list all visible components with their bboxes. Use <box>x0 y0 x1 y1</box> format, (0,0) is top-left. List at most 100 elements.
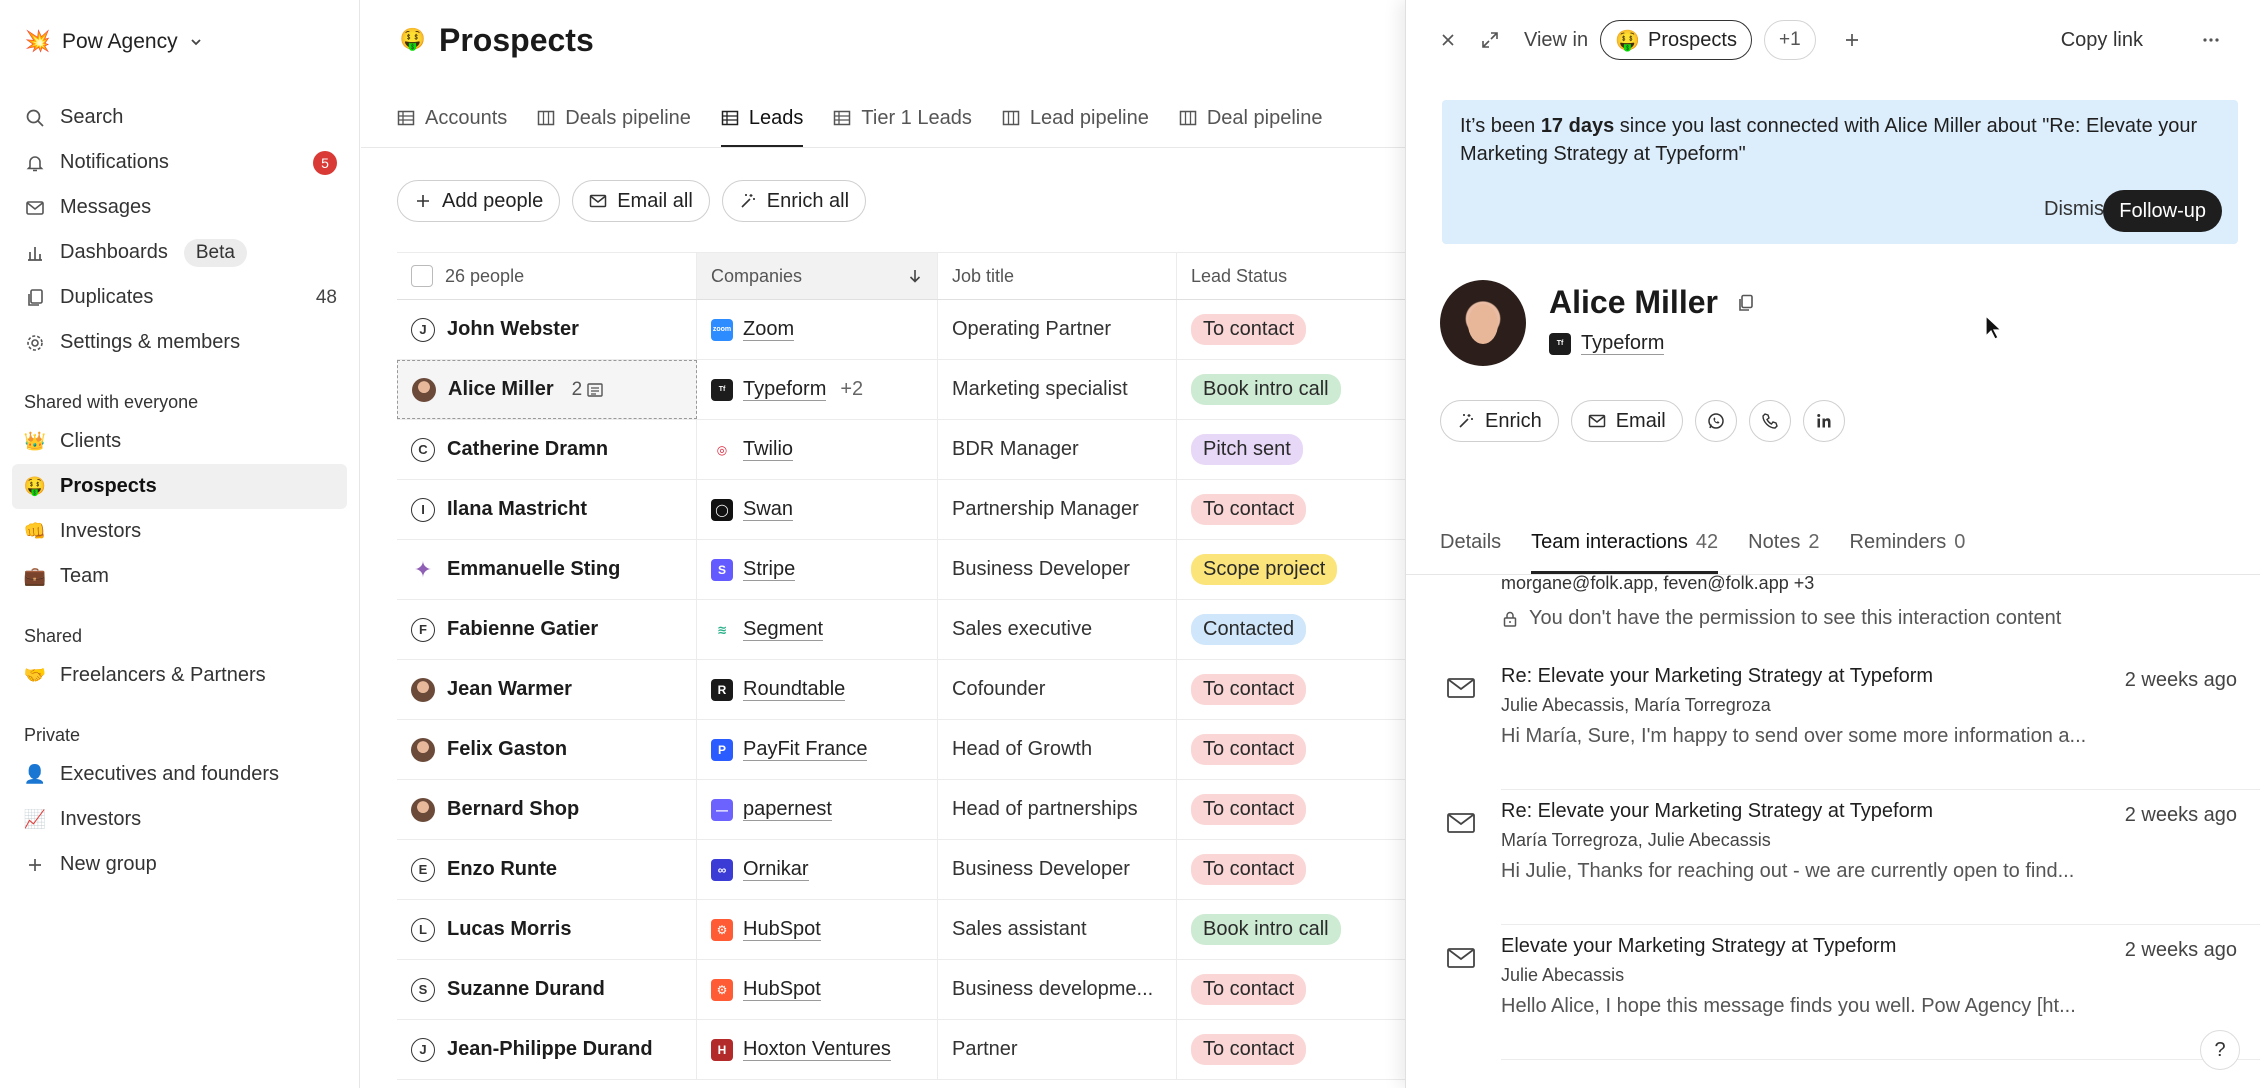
interaction-item[interactable]: Elevate your Marketing Strategy at Typef… <box>1406 925 2260 1060</box>
job-title-cell[interactable]: Partner <box>938 1020 1177 1079</box>
company-cell[interactable]: ∞ Ornikar <box>697 840 938 899</box>
table-row[interactable]: Bernard Shop — papernest Head of partners… <box>397 780 1405 840</box>
whatsapp-icon[interactable] <box>1694 400 1737 442</box>
person-cell[interactable]: F Fabienne Gatier <box>397 600 697 659</box>
job-title-cell[interactable]: Operating Partner <box>938 300 1177 359</box>
view-in-prospects-chip[interactable]: 🤑 Prospects <box>1600 20 1752 60</box>
table-row[interactable]: Felix Gaston P PayFit France Head of Grow… <box>397 720 1405 780</box>
table-row[interactable]: J John Webster zoom Zoom Operating Partner… <box>397 300 1405 360</box>
tab-reminders[interactable]: Reminders 0 <box>1850 510 1966 574</box>
phone-icon[interactable] <box>1748 400 1791 442</box>
sidebar-item-duplicates[interactable]: Duplicates 48 <box>12 275 347 320</box>
person-cell[interactable]: Alice Miller 2 <box>397 360 697 419</box>
company-cell[interactable]: ≋ Segment <box>697 600 938 659</box>
tab-details[interactable]: Details <box>1440 510 1501 574</box>
table-row[interactable]: F Fabienne Gatier ≋ Segment Sales executiv… <box>397 600 1405 660</box>
lead-status-cell[interactable]: To contact <box>1177 660 1405 719</box>
company-cell[interactable]: Tf Typeform +2 <box>697 360 938 419</box>
company-cell[interactable]: ⚙ HubSpot <box>697 900 938 959</box>
help-button[interactable]: ? <box>2200 1030 2240 1070</box>
job-title-cell[interactable]: Marketing specialist <box>938 360 1177 419</box>
company-cell[interactable]: ⚙ HubSpot <box>697 960 938 1019</box>
lead-status-cell[interactable]: To contact <box>1177 780 1405 839</box>
table-row[interactable]: Alice Miller 2 Tf Typeform +2 Marketing spe… <box>397 360 1405 420</box>
workspace-switcher[interactable]: 💥 Pow Agency <box>24 22 204 62</box>
person-cell[interactable]: Bernard Shop <box>397 780 697 839</box>
lead-status-cell[interactable]: Contacted <box>1177 600 1405 659</box>
select-all-checkbox[interactable] <box>411 265 433 287</box>
lead-status-cell[interactable]: Pitch sent <box>1177 420 1405 479</box>
job-title-cell[interactable]: Sales assistant <box>938 900 1177 959</box>
table-row[interactable]: S Suzanne Durand ⚙ HubSpot Business develo… <box>397 960 1405 1020</box>
email-button[interactable]: Email <box>1570 400 1683 442</box>
company-cell[interactable]: R Roundtable <box>697 660 938 719</box>
header-lead-status[interactable]: Lead Status <box>1177 253 1405 299</box>
table-row[interactable]: E Enzo Runte ∞ Ornikar Business Developer … <box>397 840 1405 900</box>
job-title-cell[interactable]: Business Developer <box>938 540 1177 599</box>
sidebar-item-clients[interactable]: 👑 Clients <box>12 419 347 464</box>
table-row[interactable]: I Ilana Mastricht ◯ Swan Partnership Manag… <box>397 480 1405 540</box>
header-job-title[interactable]: Job title <box>938 253 1177 299</box>
tab-lead-pipeline[interactable]: Lead pipeline <box>1002 88 1149 148</box>
person-cell[interactable]: Felix Gaston <box>397 720 697 779</box>
lead-status-cell[interactable]: Book intro call <box>1177 360 1405 419</box>
job-title-cell[interactable]: Business developme... <box>938 960 1177 1019</box>
tab-deal-pipeline[interactable]: Deal pipeline <box>1179 88 1322 148</box>
tab-deals-pipeline[interactable]: Deals pipeline <box>537 88 691 148</box>
linkedin-icon[interactable] <box>1802 400 1845 442</box>
company-cell[interactable]: H Hoxton Ventures <box>697 1020 938 1079</box>
interaction-item[interactable]: Re: Elevate your Marketing Strategy at T… <box>1406 655 2260 790</box>
table-row[interactable]: C Catherine Dramn ◎ Twilio BDR Manager Pit… <box>397 420 1405 480</box>
copy-icon[interactable] <box>1736 293 1756 313</box>
tab-tier1-leads[interactable]: Tier 1 Leads <box>833 88 972 148</box>
table-row[interactable]: J Jean-Philippe Durand H Hoxton Ventures P… <box>397 1020 1405 1080</box>
person-cell[interactable]: C Catherine Dramn <box>397 420 697 479</box>
sidebar-item-private-investors[interactable]: 📈 Investors <box>12 797 347 842</box>
add-people-button[interactable]: Add people <box>397 180 561 222</box>
table-row[interactable]: Jean Warmer R Roundtable Cofounder To con… <box>397 660 1405 720</box>
copy-link-button[interactable]: Copy link <box>2061 29 2143 52</box>
sidebar-item-investors[interactable]: 👊 Investors <box>12 509 347 554</box>
person-cell[interactable]: E Enzo Runte <box>397 840 697 899</box>
contact-company[interactable]: Tf Typeform <box>1549 332 1665 355</box>
tab-accounts[interactable]: Accounts <box>397 88 507 148</box>
header-companies[interactable]: Companies <box>697 253 938 299</box>
lead-status-cell[interactable]: To contact <box>1177 300 1405 359</box>
lead-status-cell[interactable]: Scope project <box>1177 540 1405 599</box>
enrich-button[interactable]: Enrich <box>1440 400 1559 442</box>
company-cell[interactable]: ◎ Twilio <box>697 420 938 479</box>
company-cell[interactable]: P PayFit France <box>697 720 938 779</box>
person-cell[interactable]: L Lucas Morris <box>397 900 697 959</box>
job-title-cell[interactable]: Cofounder <box>938 660 1177 719</box>
close-icon[interactable] <box>1432 24 1464 56</box>
sidebar-item-search[interactable]: Search <box>12 95 347 140</box>
tab-notes[interactable]: Notes 2 <box>1748 510 1819 574</box>
lead-status-cell[interactable]: Book intro call <box>1177 900 1405 959</box>
table-row[interactable]: ✦ Emmanuelle Sting S Stripe Business Devel… <box>397 540 1405 600</box>
view-more-chip[interactable]: +1 <box>1763 20 1816 60</box>
job-title-cell[interactable]: Business Developer <box>938 840 1177 899</box>
follow-up-button[interactable]: Follow-up <box>2103 190 2222 232</box>
person-cell[interactable]: J John Webster <box>397 300 697 359</box>
company-cell[interactable]: ◯ Swan <box>697 480 938 539</box>
person-cell[interactable]: Jean Warmer <box>397 660 697 719</box>
more-companies[interactable]: +2 <box>840 378 863 401</box>
company-cell[interactable]: S Stripe <box>697 540 938 599</box>
sidebar-item-freelancers[interactable]: 🤝 Freelancers & Partners <box>12 653 347 698</box>
job-title-cell[interactable]: Partnership Manager <box>938 480 1177 539</box>
lead-status-cell[interactable]: To contact <box>1177 480 1405 539</box>
more-options-icon[interactable] <box>2195 24 2227 56</box>
sidebar-item-messages[interactable]: Messages <box>12 185 347 230</box>
notes-indicator[interactable]: 2 <box>572 379 605 401</box>
sidebar-item-team[interactable]: 💼 Team <box>12 554 347 599</box>
person-cell[interactable]: ✦ Emmanuelle Sting <box>397 540 697 599</box>
company-cell[interactable]: — papernest <box>697 780 938 839</box>
new-group-button[interactable]: New group <box>12 842 347 887</box>
job-title-cell[interactable]: Head of Growth <box>938 720 1177 779</box>
lead-status-cell[interactable]: To contact <box>1177 960 1405 1019</box>
email-all-button[interactable]: Email all <box>572 180 710 222</box>
expand-icon[interactable] <box>1474 24 1506 56</box>
company-cell[interactable]: zoom Zoom <box>697 300 938 359</box>
lead-status-cell[interactable]: To contact <box>1177 840 1405 899</box>
plus-icon[interactable] <box>1836 24 1868 56</box>
